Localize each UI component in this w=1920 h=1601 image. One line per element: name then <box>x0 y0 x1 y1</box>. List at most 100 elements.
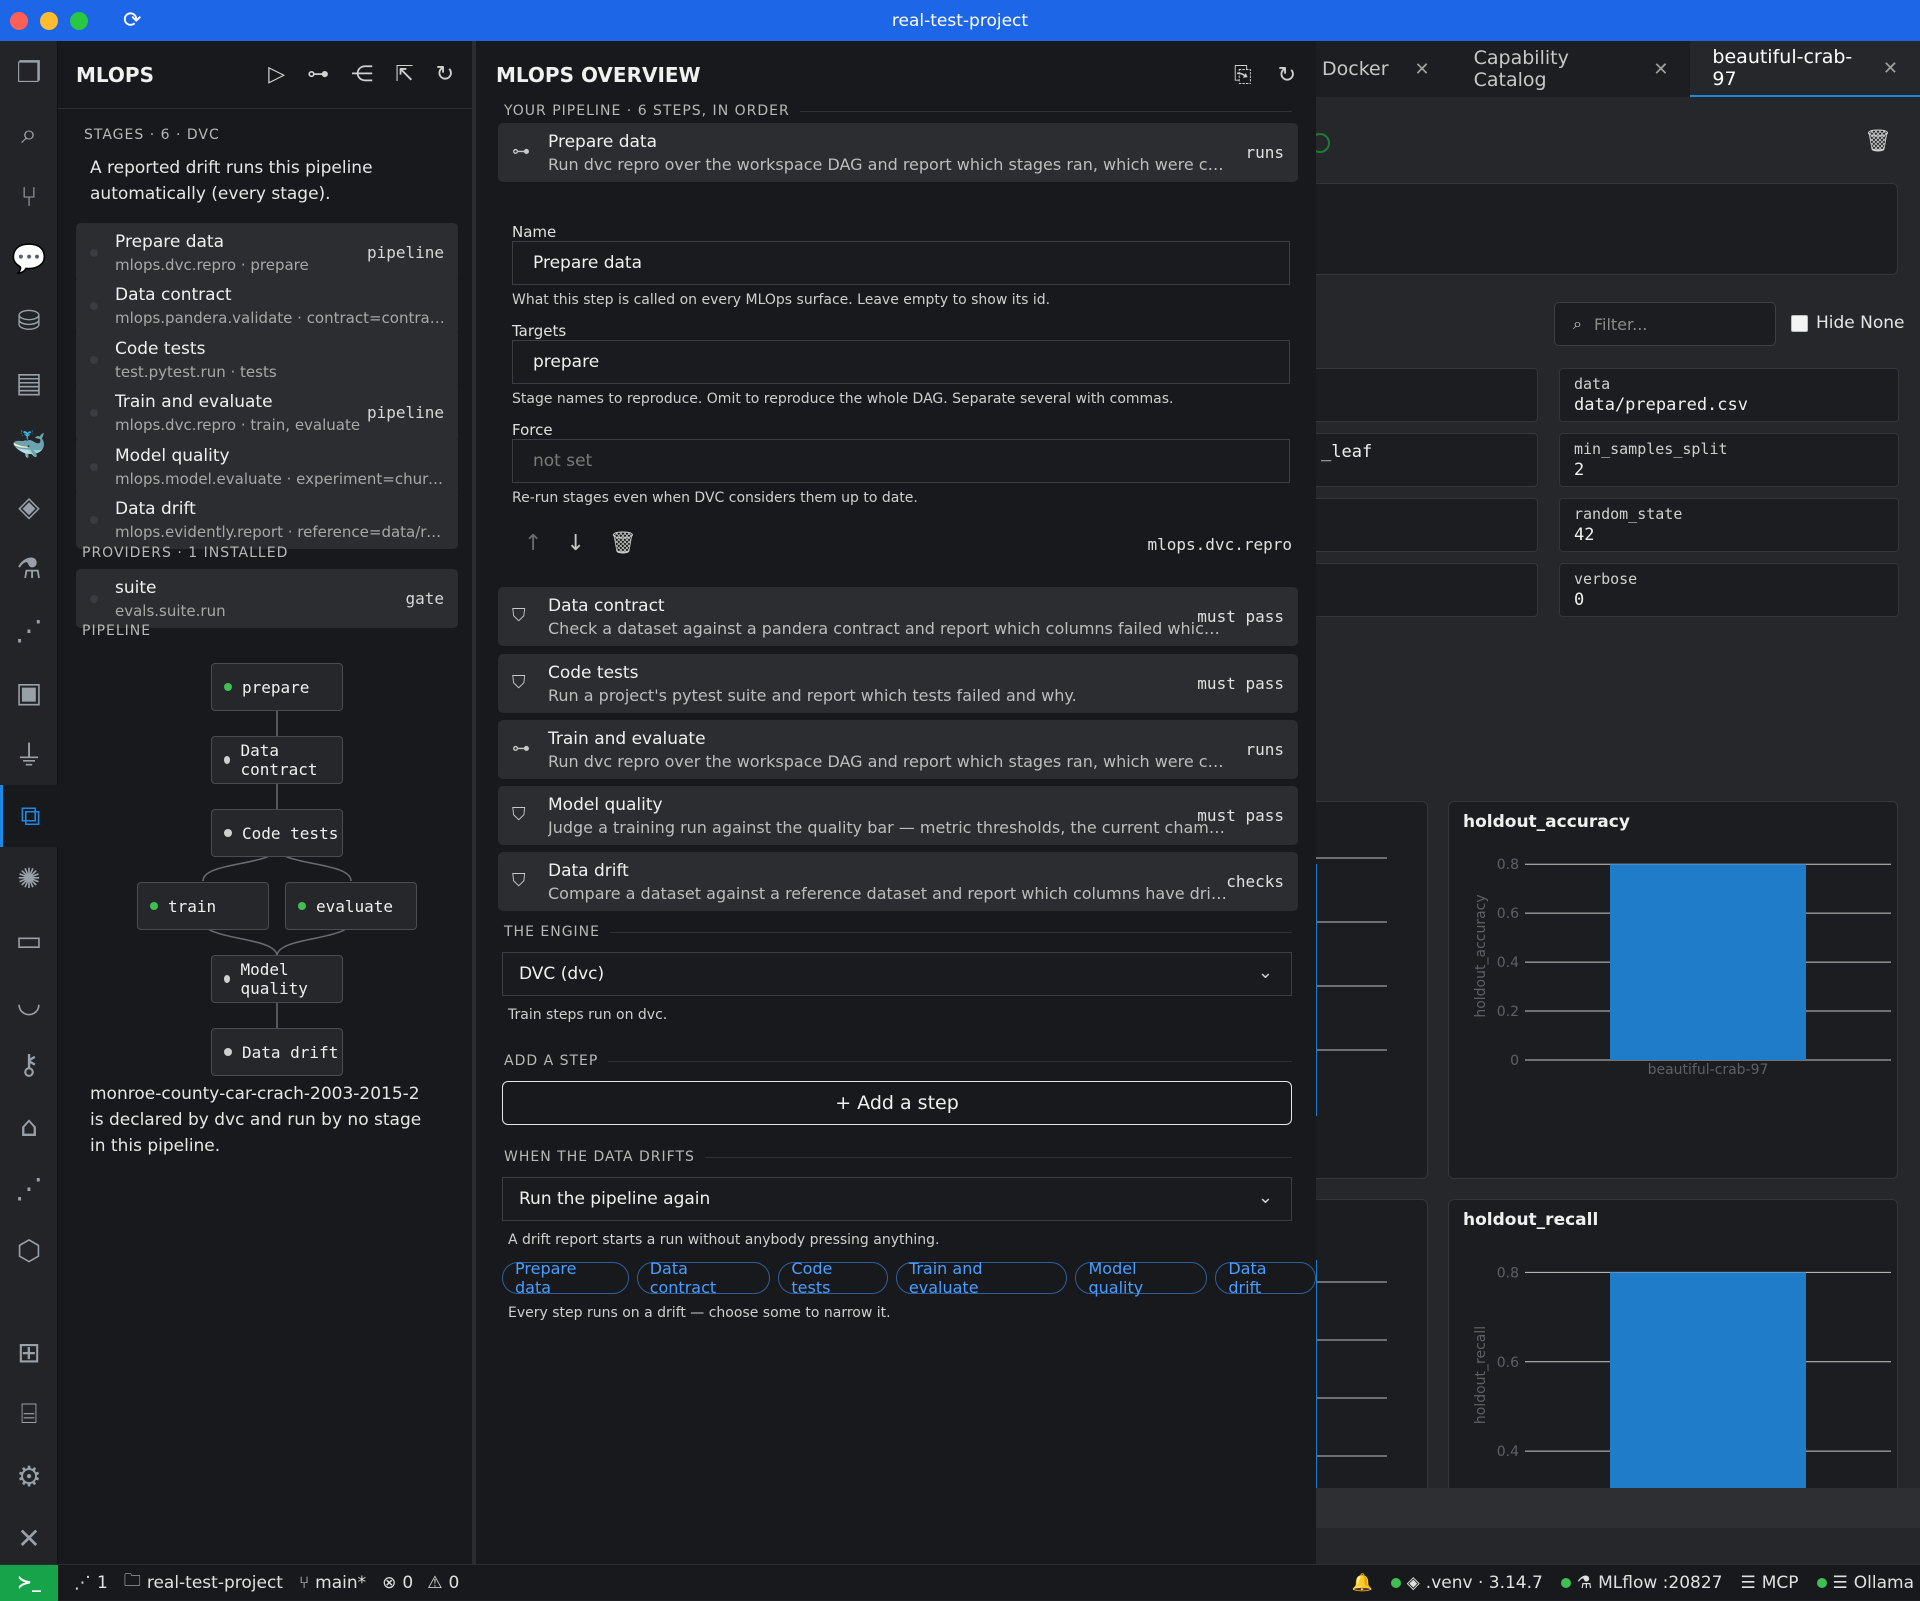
key-icon[interactable]: ⚷ <box>0 1033 58 1095</box>
step-card[interactable]: ⛉ Model quality Judge a training run aga… <box>498 786 1298 845</box>
close-icon[interactable]: ✕ <box>1883 58 1898 79</box>
divider <box>608 1060 1292 1062</box>
targets-input[interactable]: prepare <box>512 340 1290 384</box>
extensions-icon[interactable]: ⊞ <box>0 1321 58 1383</box>
window-title: real-test-project <box>891 10 1029 31</box>
dag-node-data-drift[interactable]: Data drift <box>211 1028 343 1076</box>
nodes-icon[interactable]: ⋰ <box>0 1157 58 1219</box>
chip-prepare-data[interactable]: Prepare data <box>502 1259 629 1297</box>
run-description-box[interactable] <box>1316 183 1898 275</box>
store-icon[interactable]: ⌸ <box>0 1383 58 1445</box>
minimize-window-button[interactable] <box>40 12 58 30</box>
explorer-icon[interactable]: ❐ <box>0 41 58 103</box>
force-input[interactable]: not set <box>512 439 1290 483</box>
stage-card[interactable]: Train and evaluate mlops.dvc.repro · tra… <box>76 383 458 442</box>
python-icon[interactable]: ◈ <box>0 475 58 537</box>
dag-node-data-contract[interactable]: Data contract <box>211 736 343 784</box>
stage-card[interactable]: Code tests test.pytest.run · tests <box>76 330 458 389</box>
maximize-window-button[interactable] <box>70 12 88 30</box>
dag-icon[interactable]: ⊶ <box>307 62 329 87</box>
step-card[interactable]: ⛉ Data contract Check a dataset against … <box>498 587 1298 646</box>
provider-card[interactable]: suite evals.suite.run gate <box>76 569 458 628</box>
folders-icon[interactable]: ▤ <box>0 351 58 413</box>
graduation-cap-icon[interactable]: ⌂ <box>0 1095 58 1157</box>
chip-model-quality[interactable]: Model quality <box>1075 1259 1208 1297</box>
chip-train-and-evaluate[interactable]: Train and evaluate <box>895 1259 1068 1297</box>
dag-node-model-quality[interactable]: Model quality <box>211 955 343 1003</box>
step-title: Data contract <box>548 596 665 616</box>
stage-card[interactable]: Prepare data mlops.dvc.repro · prepare p… <box>76 223 458 282</box>
chip-data-contract[interactable]: Data contract <box>636 1259 771 1297</box>
trash-icon[interactable]: 🗑 <box>609 531 637 556</box>
stage-card[interactable]: Model quality mlops.model.evaluate · exp… <box>76 437 458 496</box>
plug-icon[interactable]: ⏚ <box>0 723 58 785</box>
chip-data-drift[interactable]: Data drift <box>1215 1259 1316 1297</box>
drift-action-select[interactable]: Run the pipeline again ⌄ <box>502 1177 1292 1221</box>
mlops-icon[interactable]: ⧉ <box>0 785 58 847</box>
close-icon[interactable]: ✕ <box>1653 59 1668 80</box>
terminal-icon[interactable]: ≻_ <box>0 1564 58 1601</box>
param-value: 0 <box>1574 590 1585 610</box>
tools-icon[interactable]: ✕ <box>0 1507 58 1569</box>
ports-indicator[interactable]: ⋰ 1 <box>74 1573 108 1593</box>
move-down-icon[interactable]: ↓ <box>566 531 584 556</box>
database-icon[interactable]: ⛁ <box>0 289 58 351</box>
dag-node-label: Data contract <box>240 741 318 779</box>
mlops-sidebar: MLOPS ▷ ⊶ ⋲ ⇱ ↻ STAGES · 6 · DVC A repor… <box>58 41 476 1564</box>
brain-icon[interactable]: ✺ <box>0 847 58 909</box>
move-up-icon[interactable]: ↑ <box>524 531 542 556</box>
problems-indicator[interactable]: ⊗ 0 ⚠ 0 <box>382 1573 459 1593</box>
stage-card[interactable]: Data drift mlops.evidently.report · refe… <box>76 490 458 549</box>
dag-node-evaluate[interactable]: evaluate <box>285 882 417 930</box>
tab-capability-catalog[interactable]: Capability Catalog ✕ <box>1452 41 1691 97</box>
filter-input[interactable]: ⌕ Filter... <box>1554 302 1776 346</box>
tab-docker[interactable]: Docker ✕ <box>1316 41 1452 97</box>
chat-icon[interactable]: 💬 <box>0 227 58 289</box>
branch-indicator[interactable]: ⑂ main* <box>299 1573 366 1593</box>
bucket-icon[interactable]: ◡ <box>0 971 58 1033</box>
chip-code-tests[interactable]: Code tests <box>778 1259 888 1297</box>
stage-card[interactable]: Data contract mlops.pandera.validate · c… <box>76 276 458 335</box>
toolbox-icon[interactable]: ▭ <box>0 909 58 971</box>
chip-icon[interactable]: ▣ <box>0 661 58 723</box>
hide-none-toggle[interactable]: Hide None <box>1791 313 1905 333</box>
docker-icon[interactable]: 🐳 <box>0 413 58 475</box>
param-card: min_samples_split 2 <box>1559 433 1899 487</box>
step-card[interactable]: ⛉ Code tests Run a project's pytest suit… <box>498 654 1298 713</box>
refresh-icon[interactable]: ↻ <box>1278 63 1296 88</box>
ollama-indicator[interactable]: ☰ Ollama <box>1816 1573 1914 1593</box>
dag-node-train[interactable]: train <box>137 882 269 930</box>
step-card[interactable]: ⛉ Data drift Compare a dataset against a… <box>498 852 1298 911</box>
search-icon[interactable]: ⌕ <box>0 103 58 165</box>
source-control-icon[interactable]: ⑂ <box>0 165 58 227</box>
branches-icon[interactable]: ⋲ <box>351 62 373 87</box>
dag-node-code-tests[interactable]: Code tests <box>211 809 343 857</box>
trash-icon[interactable]: 🗑 <box>1864 129 1892 154</box>
y-tick-label: 0.4 <box>1497 1444 1519 1460</box>
engine-select[interactable]: DVC (dvc) ⌄ <box>502 952 1292 996</box>
mcp-indicator[interactable]: ☰ MCP <box>1740 1573 1798 1593</box>
horizontal-scrollbar[interactable] <box>1316 1488 1920 1528</box>
refresh-icon[interactable]: ↻ <box>436 62 454 87</box>
share-icon[interactable]: ⋰ <box>0 599 58 661</box>
flask-icon[interactable]: ⚗ <box>0 537 58 599</box>
add-step-button[interactable]: + Add a step <box>502 1081 1292 1125</box>
close-icon[interactable]: ✕ <box>1415 59 1430 80</box>
name-input[interactable]: Prepare data <box>512 241 1290 285</box>
python-env-indicator[interactable]: ◈ .venv · 3.14.7 <box>1390 1573 1543 1593</box>
run-icon[interactable]: ▷ <box>268 62 285 87</box>
step-card-expanded[interactable]: ⊶ Prepare data Run dvc repro over the wo… <box>498 123 1298 182</box>
cubes-icon[interactable]: ⬡ <box>0 1219 58 1281</box>
step-card[interactable]: ⊶ Train and evaluate Run dvc repro over … <box>498 720 1298 779</box>
tab-beautiful-crab-97[interactable]: beautiful-crab-97 ✕ <box>1690 41 1920 97</box>
param-card: verbose 0 <box>1559 563 1899 617</box>
open-file-icon[interactable]: ⎘ <box>1234 63 1252 88</box>
mlflow-indicator[interactable]: ⚗ MLflow :20827 <box>1560 1573 1722 1593</box>
folder-indicator[interactable]: 🗀 real-test-project <box>124 1568 283 1597</box>
close-window-button[interactable] <box>10 12 28 30</box>
settings-gear-icon[interactable]: ⚙ <box>0 1445 58 1507</box>
checkbox[interactable] <box>1791 314 1808 332</box>
open-external-icon[interactable]: ⇱ <box>395 62 413 87</box>
dag-node-prepare[interactable]: prepare <box>211 663 343 711</box>
bell-icon[interactable]: 🔔 <box>1352 1573 1373 1593</box>
